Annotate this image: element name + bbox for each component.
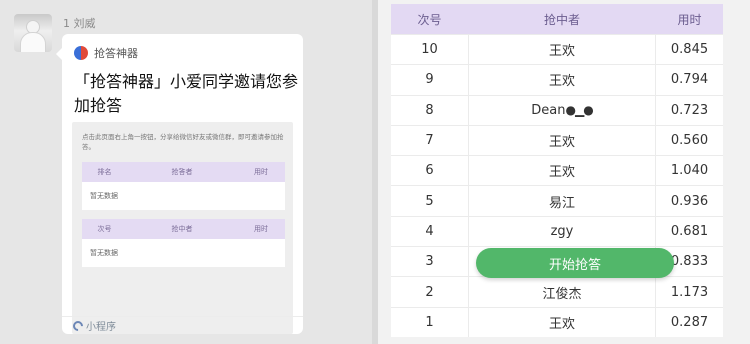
cell-no: 10 [421,42,438,58]
cell-name-text: Dean [531,102,566,118]
ranking-table: 次号 抢中者 用时 10 王欢 0.845 9 王欢 0.794 8 Dean … [391,4,723,337]
table-row: 10 王欢 0.845 [391,34,723,65]
table-row: 7 王欢 0.560 [391,124,723,156]
header-cell: 用时 [254,225,268,233]
app-logo-icon [74,46,88,60]
preview-table-records: 次号 抢中者 用时 暂无数据 [82,219,285,267]
avatar[interactable] [14,14,52,52]
cell-time: 0.794 [670,72,709,88]
header-time: 用时 [677,12,702,27]
cell-name: 王欢 [468,65,656,95]
cell-time: 0.287 [670,314,709,330]
empty-text: 暂无数据 [90,249,118,257]
table-row: 2 江俊杰 1.173 [391,276,723,307]
cell-no: 4 [425,223,434,239]
emoji-face-icon: ●▁● [565,103,594,118]
card-preview: 点击此页面右上角一按钮，分享给微信好友或微信群，即可邀请参加抢答。 排名 抢答者… [72,122,293,334]
cell-name: zgy [468,216,656,247]
sender-name: 1 刘威 [63,17,96,30]
preview-table-ranking: 排名 抢答者 用时 暂无数据 [82,162,285,210]
empty-text: 暂无数据 [90,192,118,200]
header-cell: 排名 [97,168,112,176]
card-title: 「抢答神器」小爱同学邀请您参加抢答 [74,72,299,115]
app-name: 抢答神器 [94,47,138,60]
cell-name: 江俊杰 [468,277,656,307]
cell-no: 5 [425,193,434,209]
cell-name: Dean ●▁● [468,95,656,125]
header-cell: 次号 [97,225,112,233]
cell-name: 易江 [468,186,656,216]
ranking-panel: 次号 抢中者 用时 10 王欢 0.845 9 王欢 0.794 8 Dean … [378,0,750,344]
cell-no: 8 [425,102,434,118]
cell-no: 9 [425,72,434,88]
cell-name: 王欢 [468,307,656,337]
mini-program-icon [70,318,86,333]
preview-table-header: 次号 抢中者 用时 [82,219,285,239]
preview-table-header: 排名 抢答者 用时 [82,162,285,182]
cell-name: 王欢 [468,35,656,65]
header-cell: 抢答者 [171,168,193,176]
header-cell: 抢中者 [171,225,193,233]
cell-time: 0.845 [670,42,709,58]
cell-time: 0.936 [670,193,709,209]
table-row: 8 Dean ●▁● 0.723 [391,94,723,125]
footer-label: 小程序 [86,322,116,333]
cell-time: 1.173 [670,284,709,300]
card-footer: 小程序 [62,316,303,334]
table-header: 次号 抢中者 用时 [391,4,723,34]
avatar-gown [20,32,46,52]
cell-no: 2 [425,284,434,300]
table-row: 1 王欢 0.287 [391,306,723,337]
cell-no: 1 [425,314,434,330]
cell-no: 3 [425,254,434,270]
cell-time: 1.040 [670,163,709,179]
mini-program-app-row: 抢答神器 [74,45,138,61]
chat-panel: 1 刘威 抢答神器 「抢答神器」小爱同学邀请您参加抢答 点击此页面右上角一按钮，… [0,0,372,344]
header-cell: 用时 [254,168,268,176]
cell-name: 王欢 [468,125,656,156]
cell-time: 0.560 [670,133,709,149]
table-row: 6 王欢 1.040 [391,155,723,186]
cell-name: 王欢 [468,156,656,186]
header-name: 抢中者 [543,12,580,27]
table-row: 4 zgy 0.681 [391,215,723,247]
cell-time: 0.681 [670,223,709,239]
cell-no: 6 [425,163,434,179]
table-row: 9 王欢 0.794 [391,64,723,95]
preview-hint: 点击此页面右上角一按钮，分享给微信好友或微信群，即可邀请参加抢答。 [82,133,284,151]
header-no: 次号 [417,12,442,27]
start-quiz-button[interactable]: 开始抢答 [476,248,674,278]
table-row: 5 易江 0.936 [391,185,723,216]
cell-time: 0.723 [670,102,709,118]
cell-no: 7 [425,133,434,149]
mini-program-card[interactable]: 抢答神器 「抢答神器」小爱同学邀请您参加抢答 点击此页面右上角一按钮，分享给微信… [56,34,303,334]
